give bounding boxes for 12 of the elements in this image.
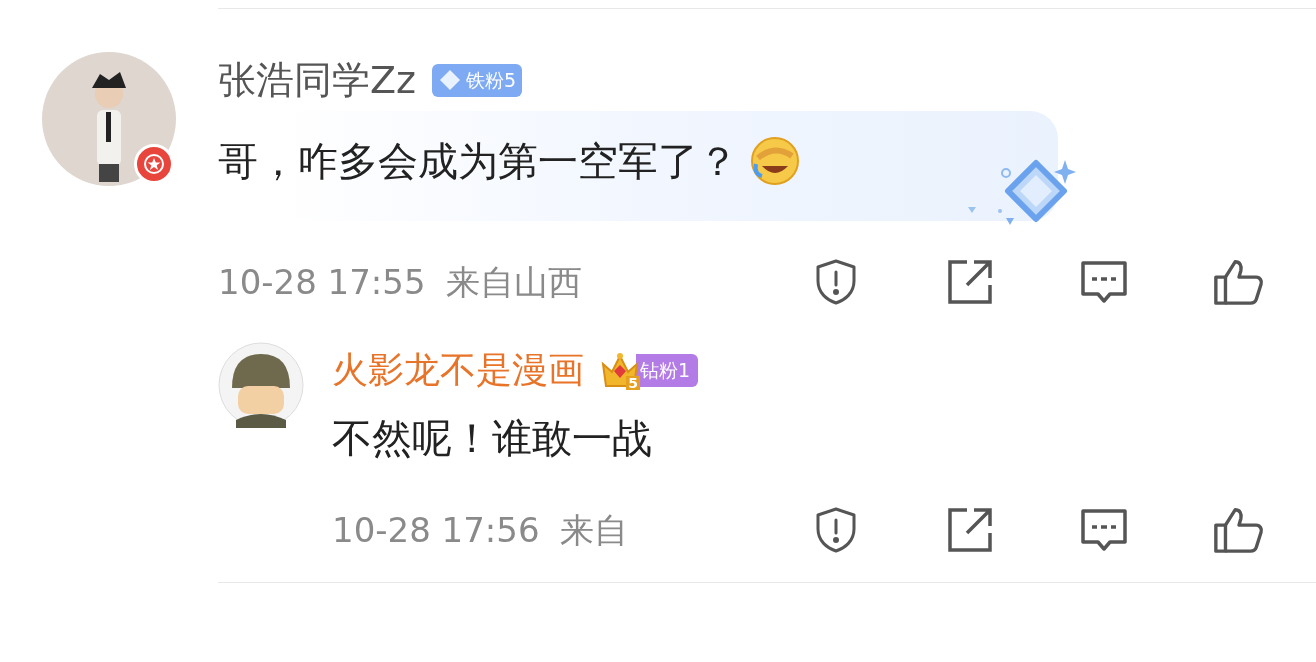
username[interactable]: 张浩同学Zz: [218, 51, 416, 109]
user-avatar[interactable]: [42, 52, 176, 186]
crown-level: 5: [626, 376, 640, 390]
reply-text: 不然呢！谁敢一战: [332, 414, 653, 463]
comment-text: 哥，咋多会成为第一空军了？: [218, 137, 738, 186]
comment-time: 10-28 17:56: [332, 508, 540, 552]
fan-badge: 铁粉5: [432, 63, 523, 97]
comment-location: 来自山西: [445, 260, 582, 304]
comment-time: 10-28 17:55: [218, 260, 426, 304]
fan-badge: 钻粉1: [636, 353, 699, 387]
reply-avatar[interactable]: [218, 342, 304, 428]
comment-location: 来自: [559, 508, 628, 552]
